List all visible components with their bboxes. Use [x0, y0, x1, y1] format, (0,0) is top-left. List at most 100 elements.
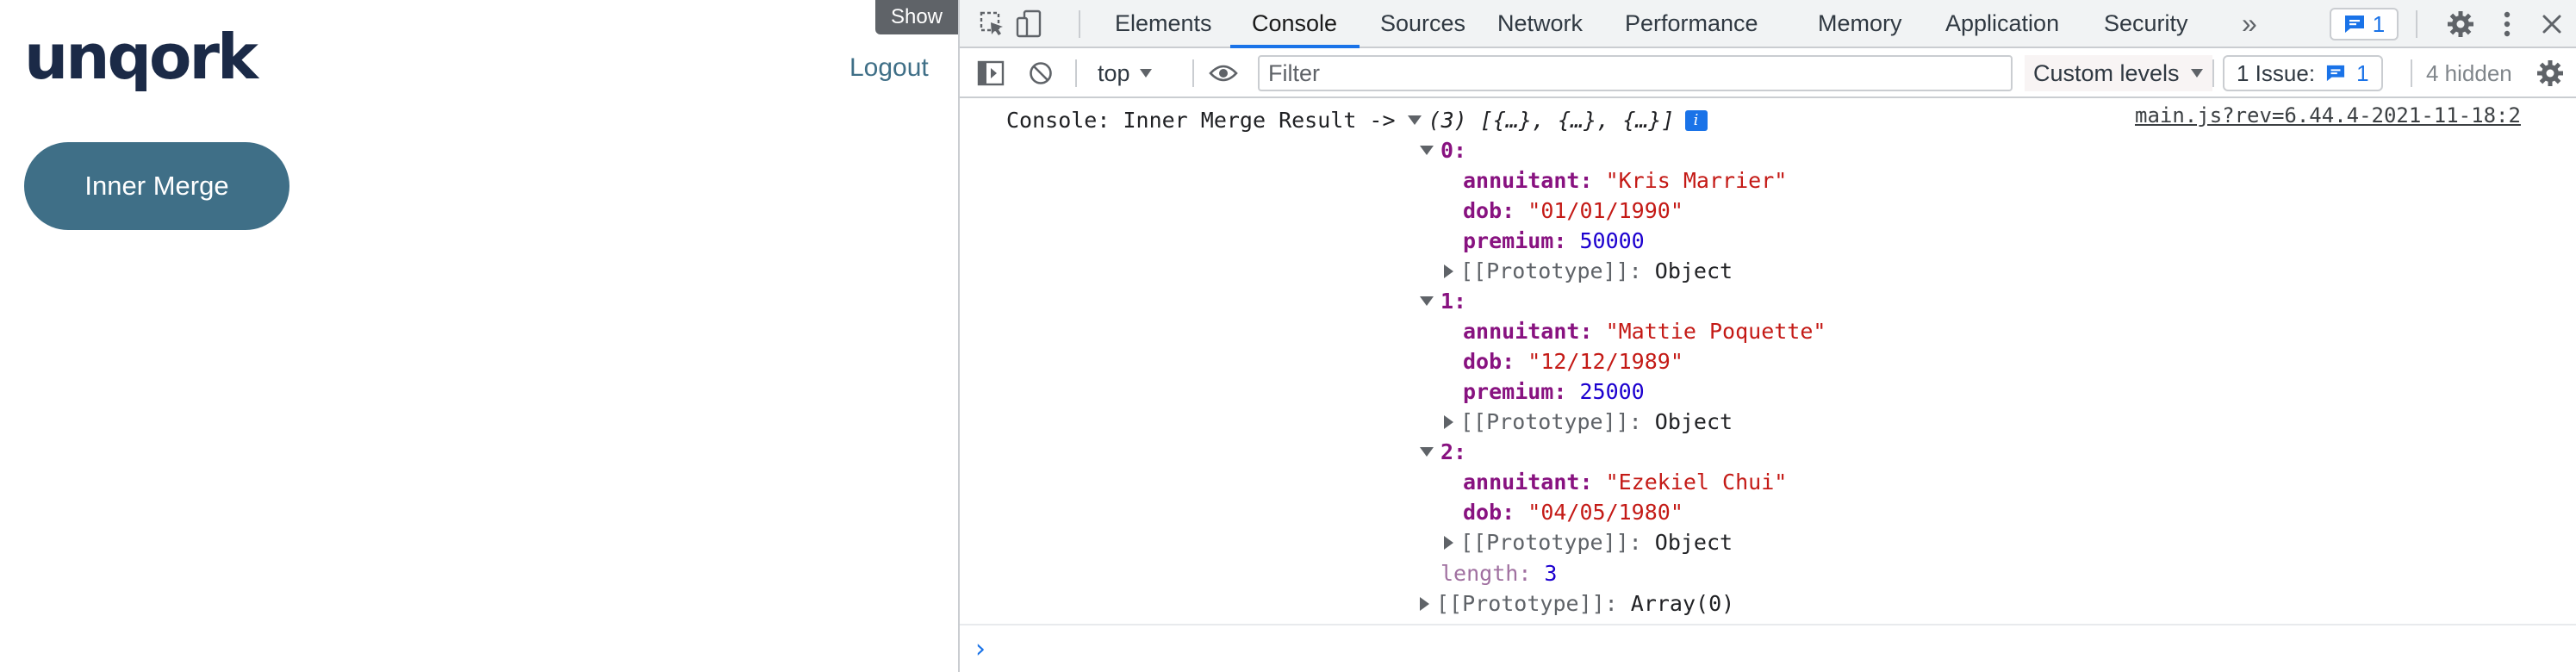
property-key: [[Prototype]]	[1436, 591, 1605, 616]
issues-label: 1 Issue:	[2237, 59, 2316, 86]
expand-triangle-icon[interactable]	[1420, 296, 1434, 306]
entry-index: 1:	[1440, 289, 1467, 314]
property-key: premium	[1463, 379, 1554, 404]
tab-network[interactable]: Network	[1497, 0, 1583, 47]
unqork-logo: unqork	[24, 21, 258, 93]
live-expression-eye-icon[interactable]	[1208, 58, 1239, 89]
property-row: premium: 25000	[1463, 379, 1645, 404]
messages-badge[interactable]: 1	[2330, 8, 2399, 40]
console-message: Console: Inner Merge Result -> (3) [{…},…	[1006, 105, 1708, 135]
property-key: dob	[1463, 349, 1503, 374]
settings-gear-icon[interactable]	[2445, 9, 2476, 40]
message-prefix: Console: Inner Merge Result ->	[1006, 108, 1396, 133]
tab-elements[interactable]: Elements	[1115, 0, 1212, 47]
tab-application[interactable]: Application	[1945, 0, 2059, 47]
property-row: dob: "01/01/1990"	[1463, 198, 1683, 223]
tab-sources[interactable]: Sources	[1380, 0, 1465, 47]
prototype-row[interactable]: [[Prototype]]: Object	[1444, 527, 1733, 557]
property-row: premium: 50000	[1463, 228, 1645, 253]
show-button[interactable]: Show	[875, 0, 958, 34]
property-value: "12/12/1989"	[1528, 349, 1683, 374]
array-entry-2[interactable]: 2:	[1420, 437, 1466, 467]
property-row: annuitant: "Mattie Poquette"	[1463, 319, 1826, 344]
property-key: [[Prototype]]	[1460, 409, 1629, 434]
messages-count: 1	[2372, 10, 2386, 37]
property-value: 50000	[1579, 228, 1645, 253]
sidebar-toggle-icon[interactable]	[975, 58, 1006, 89]
inner-merge-button[interactable]: Inner Merge	[24, 142, 289, 230]
console-output: Console: Inner Merge Result -> (3) [{…},…	[960, 98, 2576, 624]
message-icon	[2326, 65, 2345, 82]
property-value: "Ezekiel Chui"	[1605, 470, 1788, 495]
devtools-panel: Elements Console Sources Network Perform…	[958, 0, 2576, 672]
info-icon[interactable]: i	[1684, 109, 1708, 131]
property-key: dob	[1463, 500, 1503, 525]
message-icon	[2344, 16, 2364, 33]
expand-triangle-icon[interactable]	[1407, 115, 1422, 125]
expand-triangle-icon[interactable]	[1444, 535, 1453, 550]
array-entry-1[interactable]: 1:	[1420, 286, 1466, 316]
chevron-down-icon	[1139, 69, 1152, 78]
property-row: dob: "12/12/1989"	[1463, 349, 1683, 374]
property-key: annuitant	[1463, 470, 1580, 495]
property-key: dob	[1463, 198, 1503, 223]
expand-triangle-icon[interactable]	[1420, 146, 1434, 155]
chevron-down-icon	[2190, 69, 2203, 78]
toolbar-divider	[2411, 59, 2412, 87]
prompt-chevron-icon: ›	[975, 634, 986, 664]
expand-triangle-icon[interactable]	[1444, 414, 1453, 429]
tab-memory[interactable]: Memory	[1818, 0, 1902, 47]
prototype-row[interactable]: [[Prototype]]: Array(0)	[1420, 588, 1734, 619]
tab-performance[interactable]: Performance	[1625, 0, 1758, 47]
property-value: "Kris Marrier"	[1605, 168, 1788, 193]
prototype-row[interactable]: [[Prototype]]: Object	[1444, 407, 1733, 437]
console-toolbar: top Custom levels 1 Issue: 1 4 hidde	[960, 48, 2576, 98]
hidden-messages-count: 4 hidden	[2426, 59, 2512, 86]
more-tabs-button[interactable]: »	[2242, 0, 2257, 47]
tab-security[interactable]: Security	[2104, 0, 2188, 47]
close-icon[interactable]	[2536, 9, 2567, 40]
property-key: premium	[1463, 228, 1554, 253]
console-settings-gear-icon[interactable]	[2535, 58, 2566, 89]
console-filter-input[interactable]	[1258, 55, 2013, 91]
prototype-row[interactable]: [[Prototype]]: Object	[1444, 256, 1733, 286]
property-value: "01/01/1990"	[1528, 198, 1683, 223]
toolbar-divider	[2416, 10, 2417, 38]
expand-triangle-icon[interactable]	[1420, 447, 1434, 457]
toolbar-divider	[2212, 59, 2214, 87]
array-summary[interactable]: (3) [{…}, {…}, {…}]	[1428, 108, 1675, 133]
source-link[interactable]: main.js?rev=6.44.4-2021-11-18:2	[2135, 103, 2521, 128]
toolbar-divider	[1192, 59, 1194, 87]
clear-console-icon[interactable]	[1025, 58, 1056, 89]
expand-triangle-icon[interactable]	[1420, 596, 1429, 611]
property-row: annuitant: "Kris Marrier"	[1463, 168, 1788, 193]
console-prompt[interactable]: ›	[960, 624, 2576, 672]
issues-button[interactable]: 1 Issue: 1	[2223, 55, 2383, 91]
property-row: annuitant: "Ezekiel Chui"	[1463, 470, 1788, 495]
expand-triangle-icon[interactable]	[1444, 264, 1453, 278]
property-value: Object	[1654, 530, 1733, 555]
property-value: Array(0)	[1630, 591, 1735, 616]
log-levels-selector[interactable]: Custom levels	[2025, 55, 2212, 91]
property-key: [[Prototype]]	[1460, 258, 1629, 283]
property-key: [[Prototype]]	[1460, 530, 1629, 555]
device-toolbar-icon[interactable]	[1013, 9, 1044, 40]
tab-console[interactable]: Console	[1252, 0, 1337, 47]
context-selector[interactable]: top	[1098, 57, 1153, 90]
context-value: top	[1098, 59, 1130, 86]
kebab-menu-icon[interactable]	[2492, 9, 2523, 40]
entry-index: 0:	[1440, 138, 1467, 163]
app-pane: unqork Logout Show Inner Merge	[0, 0, 958, 672]
array-entry-0[interactable]: 0:	[1420, 135, 1466, 165]
property-value: Object	[1654, 258, 1733, 283]
property-row: length: 3	[1440, 561, 1558, 586]
logout-link[interactable]: Logout	[849, 53, 929, 83]
devtools-tab-bar: Elements Console Sources Network Perform…	[960, 0, 2576, 48]
property-value: Object	[1654, 409, 1733, 434]
inspect-element-icon[interactable]	[977, 9, 1008, 40]
toolbar-divider	[1075, 59, 1077, 87]
property-key: annuitant	[1463, 168, 1580, 193]
property-value: "Mattie Poquette"	[1605, 319, 1826, 344]
property-value: 3	[1544, 561, 1558, 586]
toolbar-divider	[1079, 10, 1080, 38]
